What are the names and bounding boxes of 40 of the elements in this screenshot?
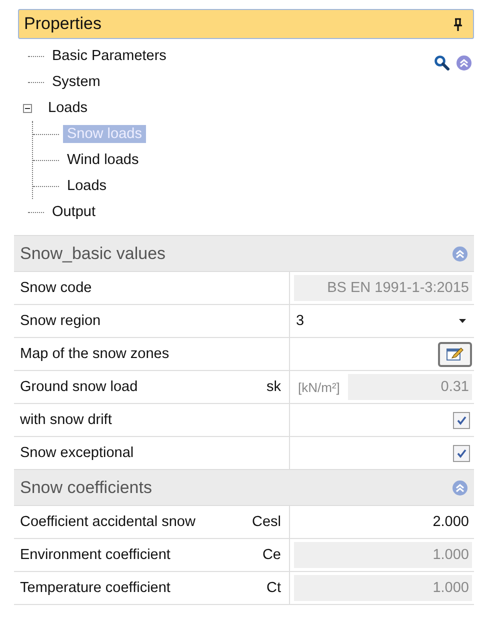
checkmark-icon: [456, 448, 467, 458]
property-symbol: Ce: [262, 547, 282, 563]
checkbox[interactable]: [453, 444, 470, 462]
value-field[interactable]: 2.000: [294, 509, 472, 535]
region-dropdown[interactable]: 3: [294, 308, 455, 334]
property-label: with snow drift: [20, 412, 112, 428]
panel-title: Properties: [24, 14, 102, 34]
tree-item[interactable]: Output: [48, 203, 100, 221]
edit-button[interactable]: [438, 342, 472, 366]
section-header[interactable]: Snow coefficients: [14, 470, 474, 506]
search-icon[interactable]: [434, 55, 450, 71]
property-symbol: sk: [266, 379, 282, 395]
property-label: Snow region: [20, 313, 101, 329]
tree-item[interactable]: Loads: [44, 99, 92, 117]
value-field: 1.000: [294, 542, 472, 568]
checkbox[interactable]: [453, 412, 470, 428]
tree-item[interactable]: Wind loads: [63, 151, 143, 169]
value-field: 0.31: [348, 374, 472, 400]
property-symbol: Cesl: [252, 514, 282, 530]
edit-icon: [446, 347, 464, 361]
unit-label: [kN/m²]: [297, 380, 341, 394]
tree-item[interactable]: Loads: [63, 177, 111, 195]
checkmark-icon: [456, 414, 467, 426]
property-label: Ground snow load: [20, 379, 138, 395]
value-field: 1.000: [294, 575, 472, 601]
caret-icon[interactable]: [459, 319, 466, 323]
property-label: Map of the snow zones: [20, 346, 170, 362]
property-label: Snow exceptional: [20, 445, 134, 461]
tree-item[interactable]: System: [48, 73, 104, 91]
tree-item[interactable]: Basic Parameters: [48, 47, 170, 65]
property-label: Temperature coefficient: [20, 580, 170, 596]
section-title: Snow_basic values: [20, 244, 166, 264]
property-label: Coefficient accidental snow: [20, 514, 196, 530]
section-title: Snow coefficients: [20, 478, 152, 498]
property-symbol: Ct: [266, 580, 282, 596]
section-header[interactable]: Snow_basic values: [14, 236, 474, 272]
pin-icon[interactable]: [453, 18, 463, 30]
property-label: Environment coefficient: [20, 547, 170, 563]
property-label: Snow code: [20, 280, 92, 296]
value-field: BS EN 1991-1-3:2015: [294, 275, 472, 301]
